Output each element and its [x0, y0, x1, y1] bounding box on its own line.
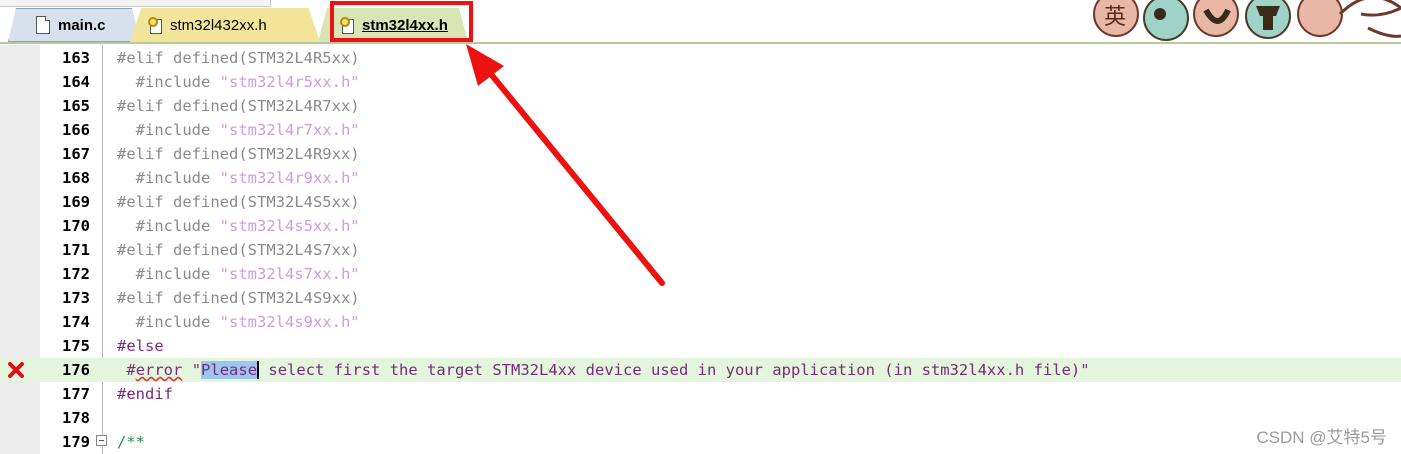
code-line[interactable]: 173 #elif defined(STM32L4S9xx) — [0, 286, 1401, 310]
code-line[interactable]: 170 #include "stm32l4s5xx.h" — [0, 214, 1401, 238]
directive-argument: "stm32l4r9xx.h" — [210, 169, 360, 187]
code-line[interactable]: 163 #elif defined(STM32L4R5xx) — [0, 46, 1401, 70]
line-number: 163 — [62, 49, 90, 67]
line-number: 168 — [62, 169, 90, 187]
tab-bar: main.c stm32l432xx.h stm32l4xx.h 英 — [0, 0, 1401, 44]
code-text: #include "stm32l4r5xx.h" — [117, 70, 360, 94]
code-text: #error "Please select first the target S… — [117, 358, 1090, 382]
code-editor[interactable]: 163 #elif defined(STM32L4R5xx) 164 #includ… — [0, 45, 1401, 454]
code-line[interactable]: 174 #include "stm32l4s9xx.h" — [0, 310, 1401, 334]
line-number: 176 — [62, 361, 90, 379]
code-line[interactable]: 167 #elif defined(STM32L4R9xx) — [0, 142, 1401, 166]
directive: #include — [117, 313, 211, 331]
line-number: 171 — [62, 241, 90, 259]
tab-main-c[interactable]: main.c — [8, 8, 140, 42]
selected-text: Please — [201, 361, 260, 379]
line-number: 172 — [62, 265, 90, 283]
svg-text:英: 英 — [1104, 5, 1126, 30]
code-line[interactable]: 176 #error "Please select first the targ… — [0, 358, 1401, 382]
directive: #elif — [117, 241, 164, 259]
code-line[interactable]: 166 #include "stm32l4r7xx.h" — [0, 118, 1401, 142]
decorative-art: 英 — [1093, 0, 1401, 41]
directive: #elif — [117, 97, 164, 115]
code-text: #elif defined(STM32L4R5xx) — [117, 46, 360, 70]
error-message: select first the target STM32L4xx device… — [259, 361, 1090, 379]
code-text: #elif defined(STM32L4R9xx) — [117, 142, 360, 166]
string-quote: " — [191, 361, 202, 379]
code-line[interactable]: 168 #include "stm32l4r9xx.h" — [0, 166, 1401, 190]
directive-argument: "stm32l4s7xx.h" — [210, 265, 360, 283]
directive-argument: defined(STM32L4R7xx) — [163, 97, 360, 115]
code-text: #elif defined(STM32L4R7xx) — [117, 94, 360, 118]
line-number: 167 — [62, 145, 90, 163]
directive-hash: # — [126, 361, 136, 379]
directive-argument: defined(STM32L4S9xx) — [163, 289, 360, 307]
directive: #include — [117, 169, 211, 187]
watermark: CSDN @艾特5号 — [1256, 428, 1387, 447]
code-line[interactable]: 172 #include "stm32l4s7xx.h" — [0, 262, 1401, 286]
directive: #else — [117, 337, 164, 355]
code-text: #else — [117, 334, 164, 358]
code-line[interactable]: 165 #elif defined(STM32L4R7xx) — [0, 94, 1401, 118]
code-line[interactable]: 178 — [0, 406, 1401, 430]
code-line[interactable]: 169 #elif defined(STM32L4S5xx) — [0, 190, 1401, 214]
fold-collapse-icon[interactable] — [96, 435, 107, 446]
directive-argument: defined(STM32L4R5xx) — [163, 49, 360, 67]
directive-argument: defined(STM32L4S5xx) — [163, 193, 360, 211]
directive: #endif — [117, 385, 173, 403]
directive-argument: "stm32l4r5xx.h" — [210, 73, 360, 91]
directive-argument: defined(STM32L4R9xx) — [163, 145, 360, 163]
directive: #elif — [117, 145, 164, 163]
code-text: #include "stm32l4s9xx.h" — [117, 310, 360, 334]
key-file-icon — [148, 17, 162, 34]
code-line[interactable]: 164 #include "stm32l4r5xx.h" — [0, 70, 1401, 94]
code-text: #elif defined(STM32L4S5xx) — [117, 190, 360, 214]
directive-argument: "stm32l4s5xx.h" — [210, 217, 360, 235]
directive: #elif — [117, 49, 164, 67]
tab-bar-strip — [0, 0, 271, 7]
line-number: 175 — [62, 337, 90, 355]
line-number: 179 — [62, 433, 90, 451]
line-number: 174 — [62, 313, 90, 331]
comment: /** — [117, 433, 145, 451]
directive-argument: defined(STM32L4S7xx) — [163, 241, 360, 259]
code-text: #elif defined(STM32L4S7xx) — [117, 238, 360, 262]
line-number: 165 — [62, 97, 90, 115]
line-number: 166 — [62, 121, 90, 139]
highlight-box — [330, 1, 473, 42]
directive-argument: "stm32l4s9xx.h" — [210, 313, 360, 331]
line-number: 170 — [62, 217, 90, 235]
code-text: #include "stm32l4r7xx.h" — [117, 118, 360, 142]
code-text: #elif defined(STM32L4S9xx) — [117, 286, 360, 310]
error-x-icon[interactable] — [7, 361, 25, 379]
code-line[interactable]: 171 #elif defined(STM32L4S7xx) — [0, 238, 1401, 262]
tab-label: main.c — [58, 16, 106, 34]
code-text: /** — [117, 430, 145, 454]
line-number: 173 — [62, 289, 90, 307]
directive: #include — [117, 217, 211, 235]
directive: #elif — [117, 193, 164, 211]
file-icon — [36, 16, 50, 34]
code-text: #include "stm32l4s5xx.h" — [117, 214, 360, 238]
directive: #include — [117, 265, 211, 283]
line-number: 177 — [62, 385, 90, 403]
code-line[interactable]: 177 #endif — [0, 382, 1401, 406]
directive: #include — [117, 73, 211, 91]
line-number: 169 — [62, 193, 90, 211]
line-number: 178 — [62, 409, 90, 427]
directive: #elif — [117, 289, 164, 307]
tab-stm32l432xx-h[interactable]: stm32l432xx.h — [130, 8, 320, 42]
code-text: #include "stm32l4s7xx.h" — [117, 262, 360, 286]
tab-label: stm32l432xx.h — [170, 16, 267, 34]
directive-argument: "stm32l4r7xx.h" — [210, 121, 360, 139]
code-line[interactable]: 175 #else — [0, 334, 1401, 358]
code-text: #include "stm32l4r9xx.h" — [117, 166, 360, 190]
directive: #include — [117, 121, 211, 139]
code-text: #endif — [117, 382, 173, 406]
error-directive: error — [135, 361, 183, 379]
code-line[interactable]: 179 /** — [0, 430, 1401, 454]
line-number: 164 — [62, 73, 90, 91]
